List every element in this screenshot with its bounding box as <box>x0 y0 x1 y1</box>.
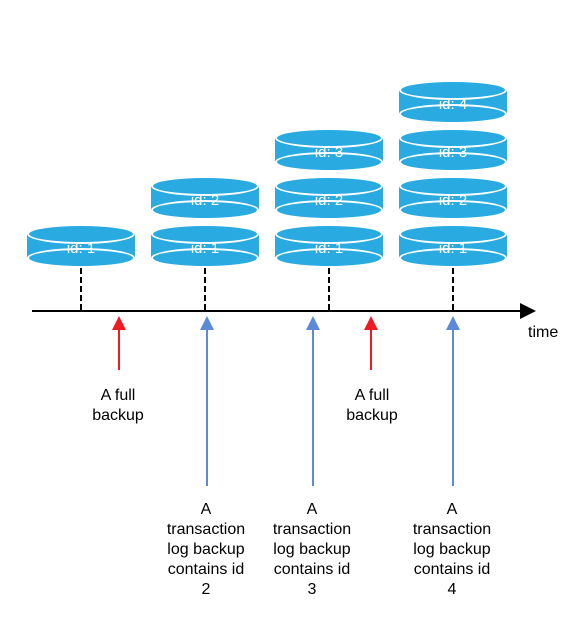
disk-stack-4-id-4: id: 4 <box>399 80 507 124</box>
disk-label: id: 1 <box>275 240 383 257</box>
disk-stack-2-id-2: id: 2 <box>151 176 259 220</box>
disk-stack-3-id-3: id: 3 <box>275 128 383 172</box>
axis-arrowhead-icon <box>520 303 536 319</box>
disk-label: id: 1 <box>151 240 259 257</box>
full-backup-caption-2: A full backup <box>332 386 412 426</box>
stack-2-connector <box>204 268 206 310</box>
time-axis <box>32 310 522 312</box>
disk-stack-3-id-1: id: 1 <box>275 224 383 268</box>
disk-label: id: 1 <box>399 240 507 257</box>
disk-stack-1-id-1: id: 1 <box>27 224 135 268</box>
disk-label: id: 1 <box>27 240 135 257</box>
disk-stack-3-id-2: id: 2 <box>275 176 383 220</box>
disk-stack-2-id-1: id: 1 <box>151 224 259 268</box>
disk-label: id: 4 <box>399 96 507 113</box>
disk-stack-4-id-1: id: 1 <box>399 224 507 268</box>
time-axis-label: time <box>528 324 558 342</box>
disk-label: id: 3 <box>399 144 507 161</box>
log-backup-caption-id-4: A transaction log backup contains id 4 <box>402 500 502 600</box>
stack-1-connector <box>80 268 82 310</box>
full-backup-caption-1: A full backup <box>78 386 158 426</box>
log-backup-caption-id-2: A transaction log backup contains id 2 <box>156 500 256 600</box>
disk-stack-4-id-3: id: 3 <box>399 128 507 172</box>
disk-stack-4-id-2: id: 2 <box>399 176 507 220</box>
disk-label: id: 2 <box>151 192 259 209</box>
log-backup-caption-id-3: A transaction log backup contains id 3 <box>262 500 362 600</box>
disk-label: id: 2 <box>399 192 507 209</box>
disk-label: id: 2 <box>275 192 383 209</box>
disk-label: id: 3 <box>275 144 383 161</box>
backup-timeline-diagram: id: 1 id: 1 id: 2 id: 1 id: 2 id: 3 id: … <box>0 0 578 638</box>
stack-3-connector <box>328 268 330 310</box>
stack-4-connector <box>452 268 454 310</box>
